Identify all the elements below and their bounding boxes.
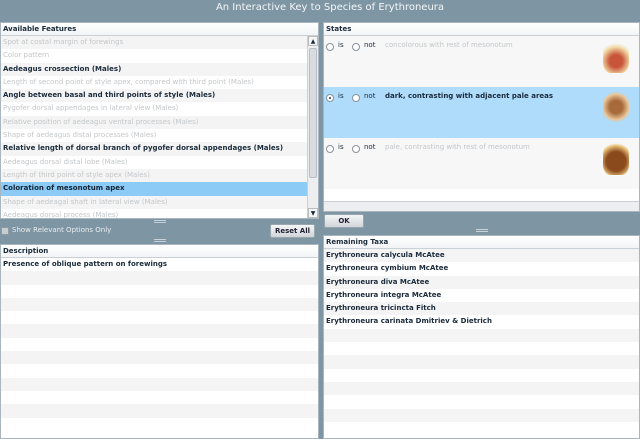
feature-item[interactable]: Length of second point of style apex, co… [1,76,307,89]
show-relevant-label: Show Relevant Options Only [12,226,112,234]
features-panel: Available Features Spot at costal margin… [0,22,319,219]
state-image [603,90,629,124]
taxon-item[interactable]: Erythroneura diva McAtee [324,275,639,289]
feature-item[interactable]: Length of third point of style apex (Mal… [1,168,307,183]
is-radio[interactable] [326,94,334,102]
taxa-list: Erythroneura calycula McAtee Erythroneura… [324,249,639,435]
scroll-down-icon[interactable]: ▼ [308,208,318,218]
empty-row [324,355,639,369]
feature-item[interactable]: Pygofer dorsal appendages in lateral vie… [1,102,307,115]
is-radio[interactable] [326,43,334,51]
resize-handle[interactable] [476,229,488,232]
feature-item[interactable]: Angle between basal and third points of … [1,89,307,103]
not-radio[interactable] [352,43,360,51]
taxa-header: Remaining Taxa [324,236,639,249]
resize-handle[interactable] [154,220,166,223]
taxa-panel: Remaining Taxa Erythroneura calycula McA… [323,235,640,439]
description-text: Presence of oblique pattern on forewings [3,260,168,268]
taxon-item[interactable]: Erythroneura carinata Dmitriev & Dietric… [324,315,639,328]
states-header: States [324,23,639,36]
description-header: Description [1,245,318,258]
scroll-thumb[interactable] [309,48,317,178]
state-label: pale, contrasting with rest of mesonotum [385,143,530,151]
taxon-item[interactable]: Erythroneura integra McAtee [324,289,639,302]
feature-item[interactable]: Shape of aedeagal shaft in lateral view … [1,195,307,209]
empty-row [324,422,639,435]
empty-row [324,369,639,382]
state-option[interactable]: is not pale, contrasting with rest of meso… [324,138,639,189]
taxon-item[interactable]: Erythroneura calycula McAtee [324,249,639,263]
app-title: An Interactive Key to Species of Erythro… [215,2,445,13]
feature-item[interactable]: Shape of aedeagus distal processes (Male… [1,129,307,142]
is-label: is [338,41,344,49]
taxon-item[interactable]: Erythroneura cymbium McAtee [324,262,639,275]
feature-item[interactable]: Coloration of mesonotum apex [1,182,307,196]
state-option[interactable]: is not dark, contrasting with adjacent pal… [324,87,639,138]
empty-row [324,381,639,396]
taxon-item[interactable]: Erythroneura tricincta Fitch [324,302,639,316]
scroll-up-icon[interactable]: ▲ [308,36,318,46]
feature-item[interactable]: Relative position of aedeagus ventral pr… [1,115,307,130]
empty-row [324,342,639,355]
state-image [603,141,629,175]
ok-button[interactable]: OK [324,214,364,228]
feature-item[interactable]: Aedeagus dorsal process (Males) [1,209,307,218]
feature-item[interactable]: Spot at costal margin of forewings [1,36,307,50]
show-relevant-checkbox[interactable] [1,227,9,235]
state-option[interactable]: is not concolorous with rest of mesonotum [324,36,639,87]
feature-item[interactable]: Aedeagus dorsal distal lobe (Males) [1,156,307,169]
features-list: Spot at costal margin of forewings Color … [1,36,307,218]
empty-row [324,408,639,422]
empty-row [324,328,639,343]
feature-item[interactable]: Relative length of dorsal branch of pygo… [1,142,307,156]
not-label: not [364,143,376,151]
is-label: is [338,92,344,100]
feature-item[interactable]: Color pattern [1,49,307,62]
state-image [603,39,629,73]
not-label: not [364,41,376,49]
is-label: is [338,143,344,151]
state-label: dark, contrasting with adjacent pale are… [385,92,554,100]
states-hscrollbar[interactable] [324,201,639,211]
states-panel: States is not concolorous with rest of mes… [323,22,640,212]
empty-row [324,395,639,408]
features-scrollbar[interactable]: ▲ ▼ [307,36,318,218]
not-radio[interactable] [352,145,360,153]
features-header: Available Features [1,23,318,36]
not-radio[interactable] [352,94,360,102]
resize-handle[interactable] [154,239,166,242]
feature-item[interactable]: Aedeagus crossection (Males) [1,62,307,76]
reset-all-button[interactable]: Reset All [270,224,315,238]
state-label: concolorous with rest of mesonotum [385,41,513,49]
not-label: not [364,92,376,100]
states-list: is not concolorous with rest of mesonotum i… [324,36,639,189]
is-radio[interactable] [326,145,334,153]
description-panel: Description Presence of oblique pattern … [0,244,319,439]
